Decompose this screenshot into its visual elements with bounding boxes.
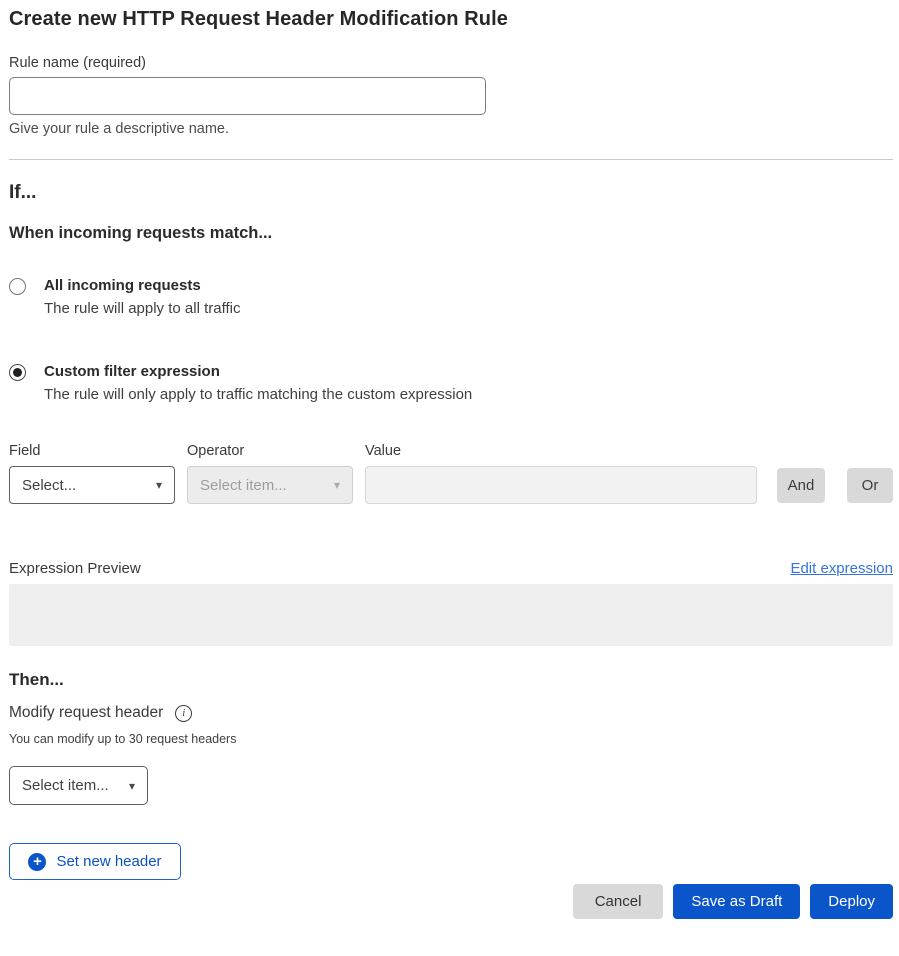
value-label: Value xyxy=(365,443,757,459)
expression-preview-row: Expression Preview Edit expression xyxy=(9,560,893,577)
page-title: Create new HTTP Request Header Modificat… xyxy=(9,8,893,31)
modify-header-label: Modify request header xyxy=(9,704,163,722)
footer-actions: Cancel Save as Draft Deploy xyxy=(9,884,893,919)
section-divider xyxy=(9,159,893,160)
create-rule-page: Create new HTTP Request Header Modificat… xyxy=(0,0,899,937)
expression-preview-box xyxy=(9,584,893,646)
expression-preview-label: Expression Preview xyxy=(9,560,141,577)
chevron-down-icon: ▾ xyxy=(156,478,162,492)
chevron-down-icon: ▾ xyxy=(129,779,135,793)
operator-select-value: Select item... xyxy=(200,477,287,494)
deploy-button[interactable]: Deploy xyxy=(810,884,893,919)
operator-select: Select item... ▾ xyxy=(187,466,353,504)
cancel-button[interactable]: Cancel xyxy=(573,884,664,919)
field-select-value: Select... xyxy=(22,477,76,494)
header-action-select-value: Select item... xyxy=(22,777,109,794)
field-select[interactable]: Select... ▾ xyxy=(9,466,175,504)
save-as-draft-button[interactable]: Save as Draft xyxy=(673,884,800,919)
rule-name-input[interactable] xyxy=(9,77,486,115)
info-icon[interactable]: i xyxy=(175,705,192,722)
field-label: Field xyxy=(9,443,175,459)
radio-option-custom-filter[interactable]: Custom filter expression The rule will o… xyxy=(9,363,893,403)
filter-expression-row: Field Select... ▾ Operator Select item..… xyxy=(9,443,893,504)
edit-expression-link[interactable]: Edit expression xyxy=(790,560,893,577)
plus-icon: + xyxy=(28,853,46,871)
then-heading: Then... xyxy=(9,670,893,690)
radio-desc-custom-filter: The rule will only apply to traffic matc… xyxy=(44,386,472,403)
if-heading: If... xyxy=(9,182,893,204)
set-new-header-button[interactable]: + Set new header xyxy=(9,843,181,880)
radio-dot xyxy=(13,368,22,377)
radio-label-custom-filter[interactable]: Custom filter expression xyxy=(44,363,472,380)
operator-label: Operator xyxy=(187,443,353,459)
header-action-select[interactable]: Select item... ▾ xyxy=(9,766,148,805)
and-button[interactable]: And xyxy=(777,468,825,503)
chevron-down-icon: ▾ xyxy=(334,478,340,492)
rule-name-helper: Give your rule a descriptive name. xyxy=(9,121,893,137)
value-input xyxy=(365,466,757,504)
radio-desc-all-requests: The rule will apply to all traffic xyxy=(44,300,240,317)
radio-option-all-requests[interactable]: All incoming requests The rule will appl… xyxy=(9,277,893,317)
radio-label-all-requests[interactable]: All incoming requests xyxy=(44,277,240,294)
set-new-header-label: Set new header xyxy=(56,853,161,870)
or-button[interactable]: Or xyxy=(847,468,893,503)
radio-button-selected[interactable] xyxy=(9,364,26,381)
rule-name-label: Rule name (required) xyxy=(9,55,893,71)
modify-header-helper: You can modify up to 30 request headers xyxy=(9,732,893,746)
radio-button-unselected[interactable] xyxy=(9,278,26,295)
match-subheading: When incoming requests match... xyxy=(9,224,893,243)
